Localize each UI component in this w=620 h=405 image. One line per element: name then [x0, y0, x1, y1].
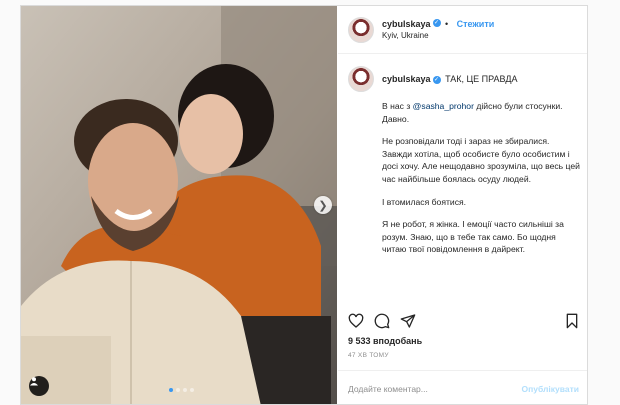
caption-block: cybulskaya ✓ ТАК, ЦЕ ПРАВДА В нас з @sash…	[348, 66, 580, 304]
avatar[interactable]	[348, 16, 374, 43]
separator-dot: •	[445, 19, 449, 29]
chevron-right-icon: ❯	[318, 199, 328, 212]
caption-paragraph: І втомилася боятися.	[382, 196, 467, 207]
post-photo[interactable]: ❯	[21, 6, 337, 404]
caption-paragraph: В нас з @sasha_prohor дійсно були стосун…	[382, 100, 580, 125]
comment-icon[interactable]	[374, 313, 390, 329]
action-bar	[348, 310, 580, 332]
carousel-dot	[169, 388, 173, 392]
mention-link[interactable]: @sasha_prohor	[413, 101, 474, 111]
username-link[interactable]: cybulskaya	[382, 19, 431, 29]
username-link[interactable]: cybulskaya	[382, 74, 431, 84]
follow-button[interactable]: Стежити	[457, 19, 495, 29]
instagram-post-modal: ❯ cybulskaya ✓ • Стежити Kyiv, Ukraine c…	[20, 5, 588, 405]
user-tag-button[interactable]	[29, 376, 49, 396]
publish-button[interactable]: Опублікувати	[522, 384, 579, 394]
verified-badge-icon: ✓	[432, 18, 441, 27]
verified-badge-icon: ✓	[432, 75, 441, 84]
carousel-indicator	[169, 388, 194, 392]
caption-title: ТАК, ЦЕ ПРАВДА	[445, 74, 518, 84]
caption-paragraph: Я не робот, я жінка. І емоції часто силь…	[382, 219, 564, 255]
carousel-dot	[190, 388, 194, 392]
comment-form: Опублікувати	[338, 370, 587, 404]
carousel-next-button[interactable]: ❯	[314, 196, 332, 214]
location-link[interactable]: Kyiv, Ukraine	[382, 30, 494, 42]
caption-text: Давно.	[382, 113, 410, 124]
likes-count[interactable]: 9 533 вподобань	[348, 336, 422, 346]
selfie-photo-illustration	[21, 6, 337, 404]
comment-input[interactable]	[348, 383, 522, 394]
heart-icon[interactable]	[348, 313, 364, 329]
avatar[interactable]	[348, 66, 374, 92]
caption-text: В нас з	[382, 101, 413, 111]
caption-paragraph: Не розповідали тоді і зараз не збиралися…	[382, 136, 580, 184]
post-sidebar: cybulskaya ✓ • Стежити Kyiv, Ukraine cybu…	[338, 6, 587, 404]
post-header: cybulskaya ✓ • Стежити Kyiv, Ukraine	[338, 6, 587, 54]
caption-text: дійсно були стосунки.	[473, 101, 563, 111]
user-tag-icon	[30, 377, 38, 386]
carousel-dot	[176, 388, 180, 392]
bookmark-icon[interactable]	[564, 313, 580, 329]
share-icon[interactable]	[400, 313, 416, 329]
carousel-dot	[183, 388, 187, 392]
post-timestamp[interactable]: 47 ХВ ТОМУ	[348, 352, 389, 359]
